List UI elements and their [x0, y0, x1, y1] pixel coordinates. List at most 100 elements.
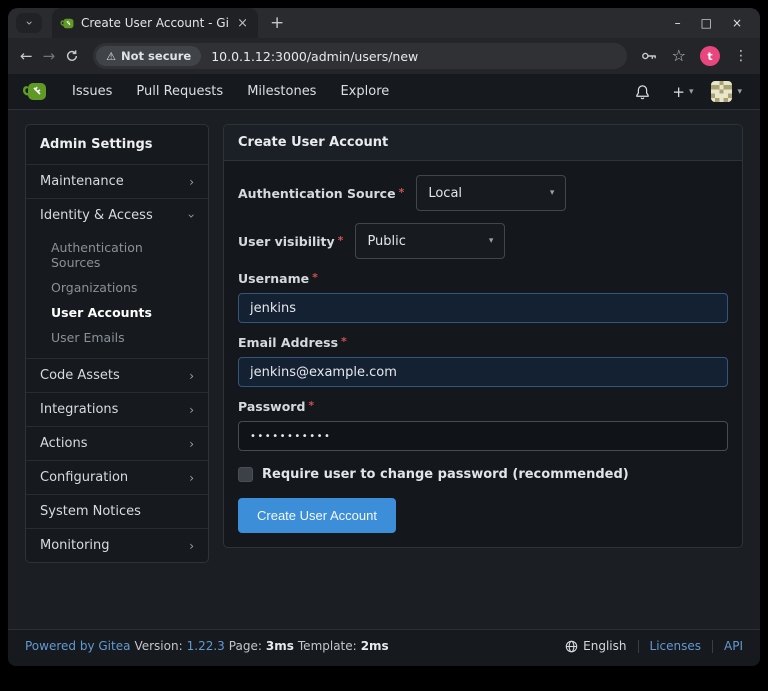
required-asterisk: *	[341, 335, 347, 348]
auth-source-select[interactable]: Local ▾	[416, 175, 567, 211]
email-input[interactable]: jenkins@example.com	[238, 357, 728, 387]
template-time-value: 2ms	[360, 639, 389, 653]
password-manager-key-icon[interactable]	[641, 50, 658, 62]
caret-down-icon: ▾	[688, 86, 694, 97]
browser-toolbar: ← → ⚠ Not secure 10.0.1.12:3000/admin/us…	[8, 38, 760, 74]
gitea-footer: Powered by Gitea Version: 1.22.3 Page: 3…	[8, 629, 760, 666]
nav-explore[interactable]: Explore	[329, 84, 400, 99]
security-badge-label: Not secure	[121, 49, 192, 63]
sidebar-item-label: Identity & Access	[40, 208, 153, 223]
required-asterisk: *	[312, 271, 318, 284]
close-window-button[interactable]: ×	[732, 8, 742, 38]
notifications-button[interactable]	[627, 84, 658, 100]
toolbar-actions: ☆ t ⋮	[641, 46, 748, 66]
email-label: Email Address *	[238, 335, 728, 350]
label-text: User visibility	[238, 233, 335, 249]
footer-right: English Licenses API	[565, 639, 743, 653]
minimize-button[interactable]: –	[675, 8, 681, 38]
create-user-form: Authentication Source * Local ▾ User visi…	[224, 161, 742, 547]
licenses-link[interactable]: Licenses	[650, 639, 702, 653]
create-user-panel: Create User Account Authentication Sourc…	[223, 124, 743, 548]
label-text: Authentication Source	[238, 185, 396, 201]
chevron-right-icon: ›	[189, 538, 194, 553]
bookmark-star-icon[interactable]: ☆	[672, 48, 686, 64]
sidebar-item-label: Code Assets	[40, 368, 120, 383]
password-input[interactable]: •••••••••••	[238, 421, 728, 451]
label-text: Password	[238, 399, 306, 414]
create-user-account-button[interactable]: Create User Account	[238, 498, 396, 533]
sidebar-item-configuration[interactable]: Configuration ›	[26, 461, 208, 495]
gitea-logo-icon[interactable]	[22, 80, 47, 103]
sidebar-item-code-assets[interactable]: Code Assets ›	[26, 359, 208, 393]
browser-tab[interactable]: Create User Account - Gi ×	[52, 8, 258, 38]
plus-icon: +	[672, 82, 685, 101]
selected-value: Public	[367, 233, 406, 249]
sidebar-item-user-accounts[interactable]: User Accounts	[26, 300, 208, 325]
caret-down-icon: ▾	[737, 86, 742, 97]
sidebar-title: Admin Settings	[26, 125, 208, 165]
sidebar-item-organizations[interactable]: Organizations	[26, 275, 208, 300]
nav-issues[interactable]: Issues	[61, 84, 123, 99]
sidebar-item-maintenance[interactable]: Maintenance ›	[26, 165, 208, 199]
window-controls: – □ ×	[675, 8, 750, 38]
template-time-label: Template:	[297, 639, 357, 653]
screen: › Create User Account - Gi × + – □ × ← →…	[0, 0, 768, 691]
forward-button[interactable]: →	[43, 48, 56, 64]
user-menu[interactable]: ▾	[707, 81, 746, 102]
powered-by-gitea-link[interactable]: Powered by Gitea	[25, 639, 130, 653]
browser-profile-avatar[interactable]: t	[700, 46, 720, 66]
reload-button[interactable]	[65, 49, 79, 63]
chevron-right-icon: ›	[189, 470, 194, 485]
checkbox-label: Require user to change password (recomme…	[262, 467, 629, 482]
back-button[interactable]: ←	[20, 48, 33, 64]
username-input[interactable]: jenkins	[238, 293, 728, 323]
selected-value: Local	[428, 185, 463, 201]
gitea-favicon-icon	[60, 18, 74, 28]
browser-menu-kebab-icon[interactable]: ⋮	[734, 49, 748, 63]
auth-source-field: Authentication Source * Local ▾	[238, 175, 728, 211]
username-label: Username *	[238, 271, 728, 286]
sidebar-item-label: Actions	[40, 436, 88, 451]
nav-pull-requests[interactable]: Pull Requests	[125, 84, 234, 99]
version-label: Version:	[134, 639, 183, 653]
tab-search-button[interactable]: ›	[16, 13, 42, 33]
chevron-right-icon: ›	[189, 368, 194, 383]
version-link[interactable]: 1.22.3	[187, 639, 225, 653]
security-badge[interactable]: ⚠ Not secure	[96, 46, 202, 66]
footer-divider	[712, 639, 714, 653]
url-text: 10.0.1.12:3000/admin/users/new	[211, 48, 419, 64]
caret-down-icon: ▾	[488, 236, 494, 246]
require-password-change-checkbox[interactable]	[238, 467, 253, 482]
sidebar-item-system-notices[interactable]: System Notices	[26, 495, 208, 529]
label-text: Email Address	[238, 335, 339, 350]
chevron-right-icon: ›	[189, 436, 194, 451]
gitea-page: Issues Pull Requests Milestones Explore …	[8, 74, 760, 666]
sidebar-item-identity-access[interactable]: Identity & Access ›	[26, 199, 208, 232]
auth-source-label: Authentication Source *	[238, 186, 404, 201]
sidebar-item-monitoring[interactable]: Monitoring ›	[26, 529, 208, 562]
visibility-select[interactable]: Public ▾	[355, 223, 506, 259]
sidebar-item-actions[interactable]: Actions ›	[26, 427, 208, 461]
new-tab-button[interactable]: +	[270, 13, 284, 33]
reload-icon	[67, 50, 78, 61]
footer-left: Powered by Gitea Version: 1.22.3 Page: 3…	[25, 639, 389, 653]
maximize-button[interactable]: □	[701, 8, 712, 38]
sidebar-item-label: Monitoring	[40, 538, 110, 553]
chevron-down-icon: ›	[184, 213, 199, 218]
sidebar-item-integrations[interactable]: Integrations ›	[26, 393, 208, 427]
chevron-right-icon: ›	[189, 174, 194, 189]
bell-icon	[636, 84, 650, 99]
admin-sidebar: Admin Settings Maintenance › Identity & …	[25, 124, 209, 563]
sidebar-item-label: Configuration	[40, 470, 129, 485]
sidebar-item-authentication-sources[interactable]: Authentication Sources	[26, 235, 208, 275]
sidebar-item-user-emails[interactable]: User Emails	[26, 325, 208, 350]
tab-title: Create User Account - Gi	[81, 16, 229, 30]
language-selector[interactable]: English	[565, 639, 627, 653]
caret-down-icon: ▾	[549, 188, 555, 198]
nav-milestones[interactable]: Milestones	[236, 84, 327, 99]
tab-close-icon[interactable]: ×	[235, 16, 250, 31]
api-link[interactable]: API	[724, 639, 743, 653]
address-bar[interactable]: ⚠ Not secure 10.0.1.12:3000/admin/users/…	[93, 43, 627, 69]
create-new-menu[interactable]: + ▾	[664, 83, 701, 101]
sidebar-item-label: System Notices	[40, 504, 141, 519]
